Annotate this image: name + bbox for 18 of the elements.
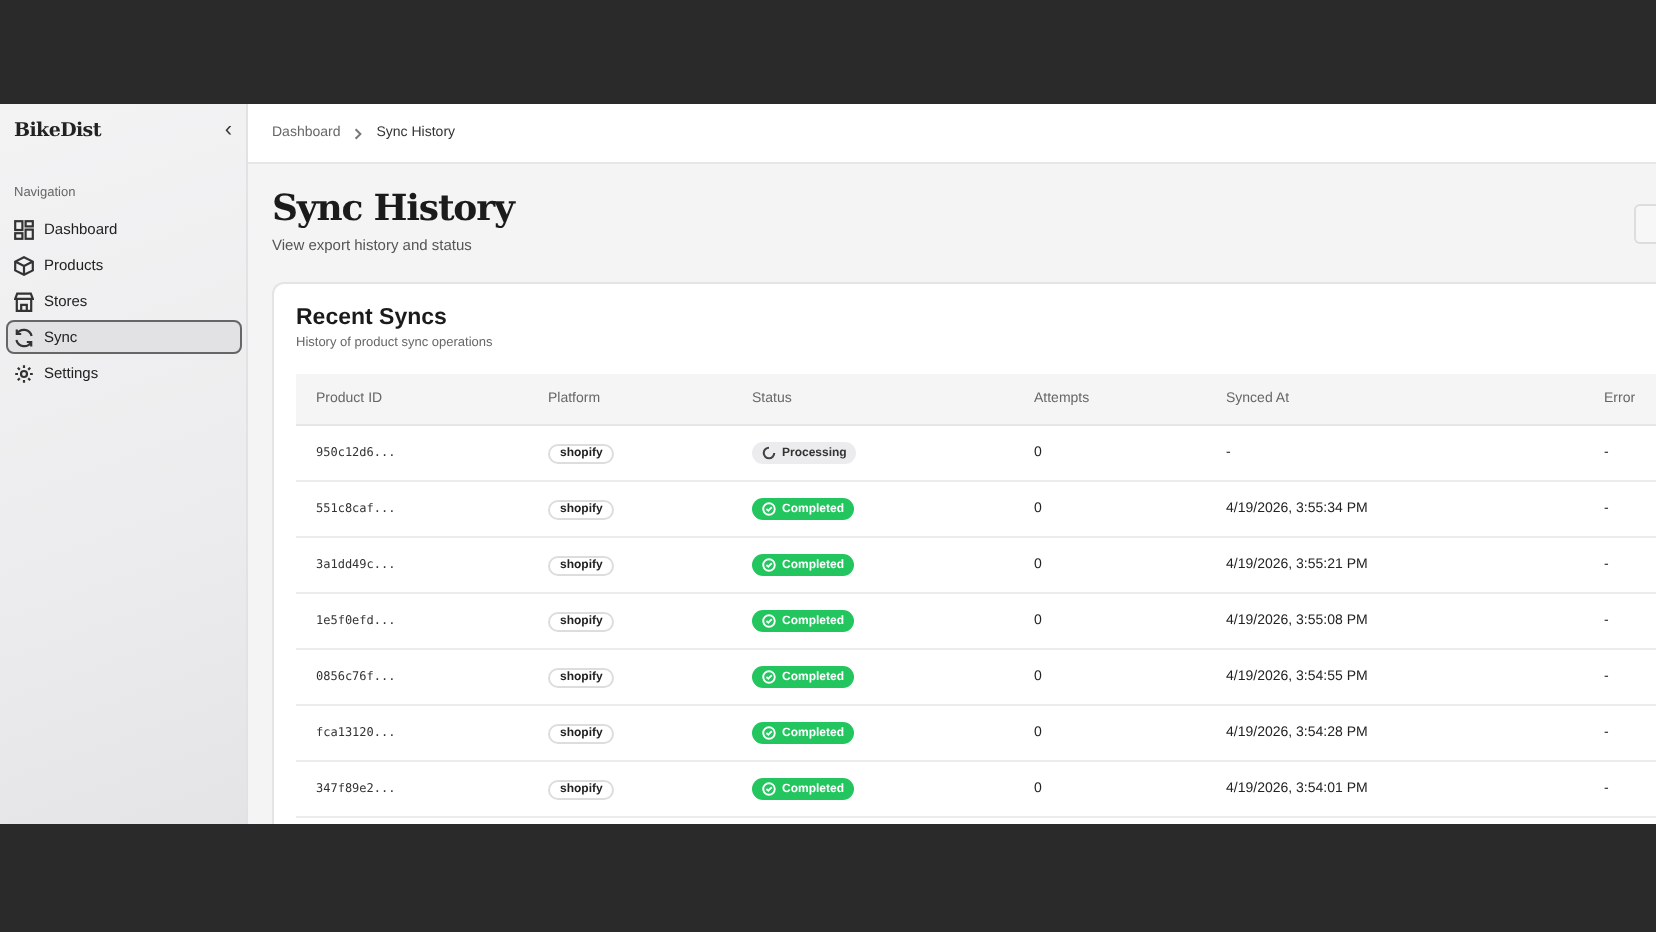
check-circle-icon	[762, 670, 776, 684]
header-button[interactable]	[1634, 204, 1656, 244]
check-circle-icon	[762, 726, 776, 740]
collapse-button[interactable]: ‹	[224, 119, 232, 141]
dashboard-icon	[14, 219, 34, 239]
spinner-icon	[762, 446, 776, 460]
check-circle-icon	[762, 614, 776, 628]
check-circle-icon	[762, 558, 776, 572]
card-title: Recent Syncs	[296, 306, 449, 330]
store-icon	[14, 291, 34, 311]
check-circle-icon	[762, 502, 776, 516]
gear-icon	[14, 363, 34, 383]
box-icon	[14, 255, 34, 275]
chevron-icon	[354, 127, 363, 139]
page-title: Sync History	[272, 188, 514, 230]
brand-name: BikeDist	[14, 119, 101, 141]
sync-icon	[14, 327, 34, 347]
check-circle-icon	[762, 782, 776, 796]
